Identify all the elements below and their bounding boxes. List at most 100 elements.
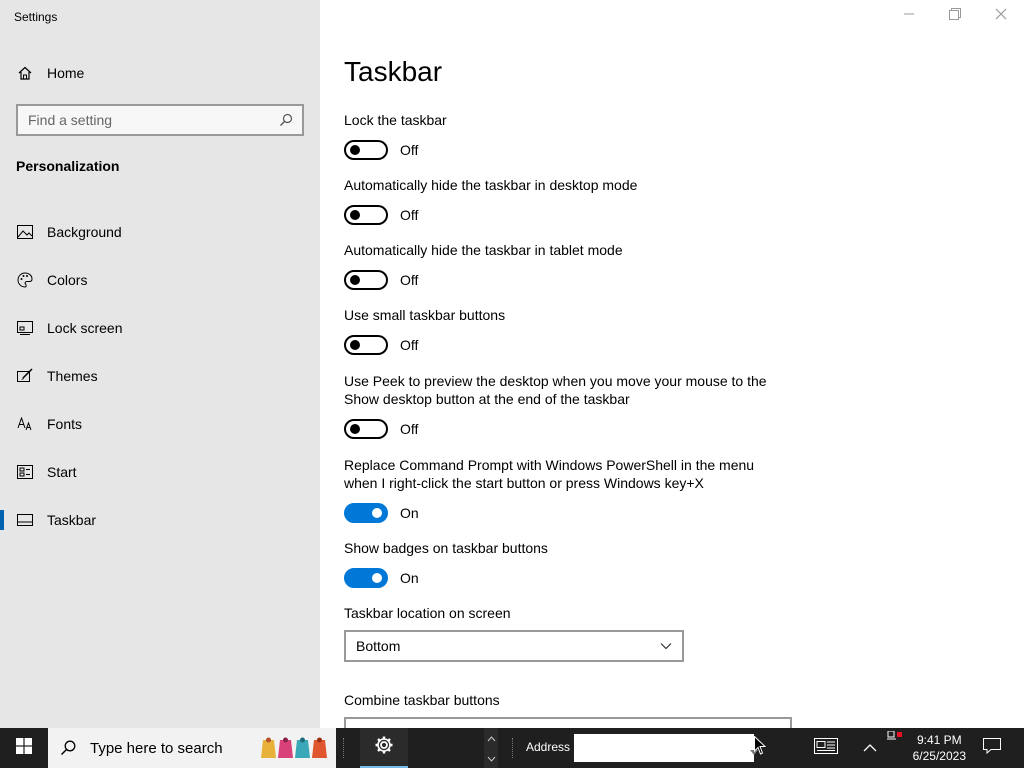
setting-autohide-tablet: Automatically hide the taskbar in tablet… [344,241,784,291]
powershell-toggle[interactable] [344,503,388,523]
clock-time: 9:41 PM [916,733,962,747]
minimize-button[interactable] [886,0,932,32]
small-buttons-toggle[interactable] [344,335,388,355]
setting-powershell: Replace Command Prompt with Windows Powe… [344,456,784,524]
clock-date: 6/25/2023 [912,749,966,763]
taskbar-search-placeholder: Type here to search [90,739,223,757]
lock-screen-icon [16,319,34,337]
toggle-state: Off [400,142,419,158]
address-toolbar-grip[interactable] [512,738,514,758]
news-icon [814,737,838,759]
autohide-desktop-toggle[interactable] [344,205,388,225]
setting-label: Replace Command Prompt with Windows Powe… [344,457,755,491]
setting-combine: Combine taskbar buttons [344,691,792,731]
setting-autohide-desktop: Automatically hide the taskbar in deskto… [344,176,784,226]
setting-label: Automatically hide the taskbar in deskto… [344,177,638,193]
sidebar-item-label: Colors [47,272,88,288]
setting-label: Use small taskbar buttons [344,307,506,323]
sidebar-item-label: Taskbar [47,512,97,528]
taskbar-grip[interactable] [343,738,345,758]
news-widget-button[interactable] [806,728,846,768]
setting-location: Taskbar location on screen Bottom [344,604,784,662]
address-label: Address [526,740,571,754]
setting-lock-taskbar: Lock the taskbar Off [344,111,784,161]
palette-icon [16,271,34,289]
dropdown-value: Bottom [356,638,401,654]
taskbar-icon [16,511,34,529]
setting-label: Automatically hide the taskbar in tablet… [344,242,623,258]
setting-label: Use Peek to preview the desktop when you… [344,373,767,407]
setting-label: Combine taskbar buttons [344,692,500,708]
toggle-state: Off [400,207,419,223]
windows-taskbar: Type here to search Address 9:41 PM 6/25… [0,728,1024,768]
setting-badges: Show badges on taskbar buttons On [344,539,784,589]
search-highlight-icon[interactable] [260,736,332,760]
badges-toggle[interactable] [344,568,388,588]
sidebar-item-label: Fonts [47,416,83,432]
toggle-state: On [400,570,419,586]
sidebar-item-taskbar[interactable]: Taskbar [0,496,320,544]
autohide-tablet-toggle[interactable] [344,270,388,290]
network-status-icon[interactable] [887,728,903,746]
close-button[interactable] [978,0,1024,32]
toolbar-scroll[interactable] [484,728,498,768]
start-button[interactable] [0,728,48,768]
toggle-state: Off [400,272,419,288]
chevron-down-icon[interactable] [487,749,496,767]
action-center-button[interactable] [972,728,1012,768]
sidebar-nav: Background Colors Lock screen Themes Fon… [0,208,320,544]
sidebar-item-colors[interactable]: Colors [0,256,320,304]
restore-icon [949,7,961,25]
setting-peek: Use Peek to preview the desktop when you… [344,372,784,440]
toggle-state: Off [400,337,419,353]
show-hidden-icons-button[interactable] [854,728,886,768]
peek-toggle[interactable] [344,419,388,439]
notification-icon [983,737,1001,759]
restore-button[interactable] [932,0,978,32]
toggle-state: Off [400,421,419,437]
search-icon[interactable] [276,110,296,130]
sidebar-item-label: Start [47,464,77,480]
taskbar-location-dropdown[interactable]: Bottom [344,630,684,662]
setting-small-buttons: Use small taskbar buttons Off [344,306,784,356]
chevron-down-icon [658,638,674,654]
gear-icon [374,735,394,760]
find-setting-search[interactable] [16,104,304,136]
taskbar-settings-app[interactable] [360,728,408,768]
setting-label: Lock the taskbar [344,112,447,128]
section-title: Personalization [16,158,120,174]
sidebar-item-background[interactable]: Background [0,208,320,256]
clock[interactable]: 9:41 PM 6/25/2023 [913,732,966,764]
minimize-icon [903,7,915,25]
chevron-up-icon [863,739,877,757]
find-setting-input[interactable] [18,112,268,128]
sidebar-item-label: Themes [47,368,98,384]
sidebar-item-lock-screen[interactable]: Lock screen [0,304,320,352]
sidebar-item-label: Lock screen [47,320,123,336]
search-icon [60,740,76,756]
picture-icon [16,223,34,241]
brush-icon [16,367,34,385]
sidebar-item-fonts[interactable]: Fonts [0,400,320,448]
app-title: Settings [14,10,58,24]
start-icon [16,463,34,481]
chevron-up-icon[interactable] [487,729,496,747]
mouse-cursor-icon [754,735,767,761]
home-nav-item[interactable]: Home [0,56,320,90]
windows-logo-icon [16,737,32,759]
setting-label: Show badges on taskbar buttons [344,540,548,556]
font-icon [16,415,34,433]
sidebar-item-themes[interactable]: Themes [0,352,320,400]
taskbar-search-box[interactable]: Type here to search [48,728,336,768]
home-label: Home [47,65,85,81]
sidebar: Settings Home Personalization Background… [0,0,320,728]
setting-label: Taskbar location on screen [344,605,511,621]
page-title: Taskbar [344,56,443,87]
toggle-state: On [400,505,419,521]
sidebar-item-label: Background [47,224,122,240]
home-icon [16,64,34,82]
lock-taskbar-toggle[interactable] [344,140,388,160]
close-icon [995,7,1007,25]
address-input[interactable] [574,734,754,762]
sidebar-item-start[interactable]: Start [0,448,320,496]
